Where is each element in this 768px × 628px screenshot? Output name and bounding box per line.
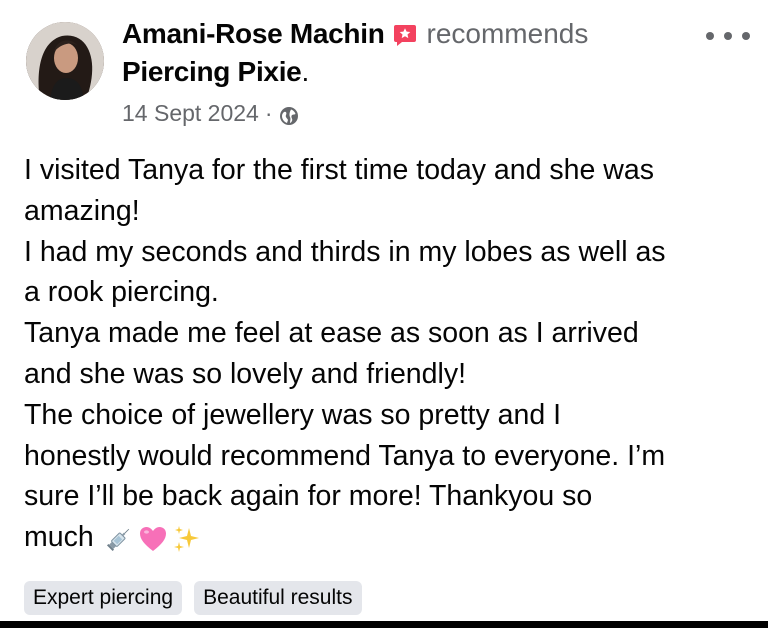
avatar-photo (26, 22, 104, 100)
recommends-label: recommends (426, 18, 589, 49)
more-options-icon (706, 32, 714, 40)
more-options-dot (724, 32, 732, 40)
page-name-link[interactable]: Piercing Pixie (122, 56, 302, 87)
body-line: honestly would recommend Tanya to everyo… (24, 439, 666, 472)
tag-chip[interactable]: Beautiful results (194, 581, 362, 615)
body-line: Tanya made me feel at ease as soon as I … (24, 317, 639, 350)
recommendation-post: Amani-Rose Machin recommends Piercing Pi… (0, 0, 768, 628)
bottom-divider (0, 621, 768, 628)
post-header: Amani-Rose Machin recommends (122, 16, 588, 52)
more-options-dot (742, 32, 750, 40)
more-options-button[interactable] (706, 26, 750, 46)
author-avatar[interactable] (26, 22, 104, 100)
body-line: and she was so lovely and friendly! (24, 357, 467, 390)
sparkles-emoji (172, 524, 202, 554)
body-line: The choice of jewellery was so pretty an… (24, 398, 562, 431)
emoji-group (104, 524, 206, 554)
recommendation-tags: Expert piercing Beautiful results (24, 581, 362, 615)
post-meta: 14 Sept 2024 · (122, 98, 299, 128)
body-line: a rook piercing. (24, 276, 219, 309)
pink-heart-emoji (138, 524, 168, 554)
page-suffix: . (301, 56, 309, 87)
body-line: sure I’ll be back again for more! Thanky… (24, 480, 593, 513)
syringe-emoji (104, 524, 134, 554)
body-line: amazing! (24, 194, 140, 227)
body-line: I visited Tanya for the first time today… (24, 154, 654, 186)
globe-icon[interactable] (279, 103, 299, 125)
recommended-page-line: Piercing Pixie. (122, 54, 309, 90)
author-name[interactable]: Amani-Rose Machin (122, 16, 385, 52)
body-line: much (24, 521, 94, 554)
recommend-badge-icon (393, 20, 417, 46)
meta-separator: · (264, 100, 273, 126)
tag-chip[interactable]: Expert piercing (24, 581, 183, 615)
body-line: I had my seconds and thirds in my lobes … (24, 235, 666, 268)
post-body: I visited Tanya for the first time today… (24, 150, 754, 558)
body-last-line: much (24, 517, 754, 558)
post-date[interactable]: 14 Sept 2024 (122, 98, 259, 128)
